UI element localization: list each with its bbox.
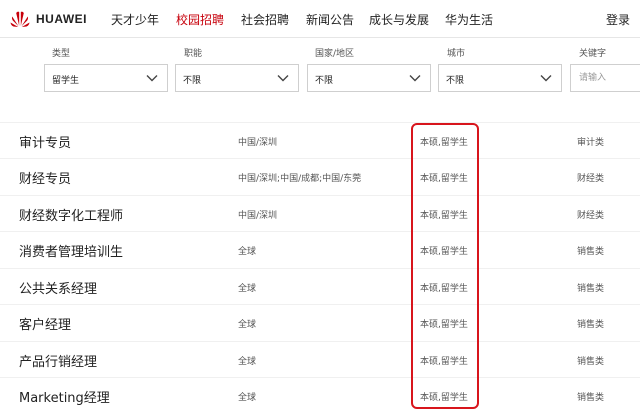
huawei-flower-icon — [10, 11, 30, 27]
job-title[interactable]: 公共关系经理 — [19, 278, 97, 297]
job-title[interactable]: 财经专员 — [19, 168, 71, 187]
filter-function-value: 不限 — [183, 76, 202, 86]
keyword-search-input[interactable] — [570, 64, 640, 92]
filter-type-value: 留学生 — [52, 76, 80, 86]
job-title[interactable]: 消费者管理培训生 — [19, 241, 123, 260]
job-row[interactable]: 审计专员 中国/深圳 本硕,留学生 审计类 — [0, 122, 640, 158]
job-category: 审计类 — [577, 138, 605, 148]
job-location: 中国/深圳 — [238, 211, 278, 221]
job-location: 中国/深圳 — [238, 138, 278, 148]
job-location: 全球 — [238, 393, 257, 403]
chevron-down-icon — [277, 75, 289, 82]
chevron-down-icon — [146, 75, 158, 82]
filter-function-label: 职能 — [184, 49, 203, 59]
login-link[interactable]: 登录 — [606, 11, 630, 28]
filter-country-value: 不限 — [315, 76, 334, 86]
job-degree: 本硕,留学生 — [420, 138, 468, 148]
filter-city-label: 城市 — [447, 49, 466, 59]
chevron-down-icon — [409, 75, 421, 82]
filter-city-value: 不限 — [446, 76, 465, 86]
job-degree: 本硕,留学生 — [420, 174, 468, 184]
job-row[interactable]: Marketing经理 全球 本硕,留学生 销售类 — [0, 377, 640, 412]
nav-item-news[interactable]: 新闻公告 — [306, 11, 354, 28]
job-title[interactable]: 财经数字化工程师 — [19, 205, 123, 224]
filter-function-select[interactable]: 不限 — [175, 64, 299, 92]
job-row[interactable]: 产品行销经理 全球 本硕,留学生 销售类 — [0, 341, 640, 377]
chevron-down-icon — [540, 75, 552, 82]
job-location: 全球 — [238, 284, 257, 294]
job-row[interactable]: 财经数字化工程师 中国/深圳 本硕,留学生 财经类 — [0, 195, 640, 231]
job-degree: 本硕,留学生 — [420, 247, 468, 257]
job-location: 全球 — [238, 357, 257, 367]
nav-item-campus-recruitment[interactable]: 校园招聘 — [176, 11, 224, 28]
nav-item-genius-youth[interactable]: 天才少年 — [111, 11, 159, 28]
job-category: 销售类 — [577, 247, 605, 257]
job-category: 销售类 — [577, 284, 605, 294]
job-category: 销售类 — [577, 320, 605, 330]
job-category: 财经类 — [577, 174, 605, 184]
job-location: 全球 — [238, 320, 257, 330]
nav-item-huawei-life[interactable]: 华为生活 — [445, 11, 493, 28]
job-category: 销售类 — [577, 393, 605, 403]
job-title[interactable]: Marketing经理 — [19, 387, 110, 406]
job-category: 销售类 — [577, 357, 605, 367]
filter-keyword-label: 关键字 — [579, 49, 607, 59]
job-row[interactable]: 客户经理 全球 本硕,留学生 销售类 — [0, 304, 640, 340]
job-location: 全球 — [238, 247, 257, 257]
job-degree: 本硕,留学生 — [420, 320, 468, 330]
huawei-logo[interactable]: HUAWEI — [10, 9, 87, 29]
filter-country-label: 国家/地区 — [315, 49, 355, 59]
job-degree: 本硕,留学生 — [420, 393, 468, 403]
job-row[interactable]: 财经专员 中国/深圳;中国/成都;中国/东莞 本硕,留学生 财经类 — [0, 158, 640, 194]
top-navigation: HUAWEI 天才少年 校园招聘 社会招聘 新闻公告 成长与发展 华为生活 登录 — [0, 0, 640, 38]
filter-country-select[interactable]: 不限 — [307, 64, 431, 92]
filter-type-select[interactable]: 留学生 — [44, 64, 168, 92]
filter-city-select[interactable]: 不限 — [438, 64, 562, 92]
job-title[interactable]: 审计专员 — [19, 132, 71, 151]
job-degree: 本硕,留学生 — [420, 284, 468, 294]
job-degree: 本硕,留学生 — [420, 357, 468, 367]
filter-bar: 类型 留学生 职能 不限 国家/地区 不限 城市 不限 关键字 — [0, 40, 640, 102]
filter-type-label: 类型 — [52, 49, 71, 59]
job-degree: 本硕,留学生 — [420, 211, 468, 221]
brand-name: HUAWEI — [36, 12, 87, 26]
job-title[interactable]: 客户经理 — [19, 314, 71, 333]
job-row[interactable]: 消费者管理培训生 全球 本硕,留学生 销售类 — [0, 231, 640, 267]
job-row[interactable]: 公共关系经理 全球 本硕,留学生 销售类 — [0, 268, 640, 304]
job-category: 财经类 — [577, 211, 605, 221]
nav-item-growth[interactable]: 成长与发展 — [369, 11, 429, 28]
job-location: 中国/深圳;中国/成都;中国/东莞 — [238, 174, 362, 184]
job-title[interactable]: 产品行销经理 — [19, 351, 97, 370]
nav-item-social-recruitment[interactable]: 社会招聘 — [241, 11, 289, 28]
